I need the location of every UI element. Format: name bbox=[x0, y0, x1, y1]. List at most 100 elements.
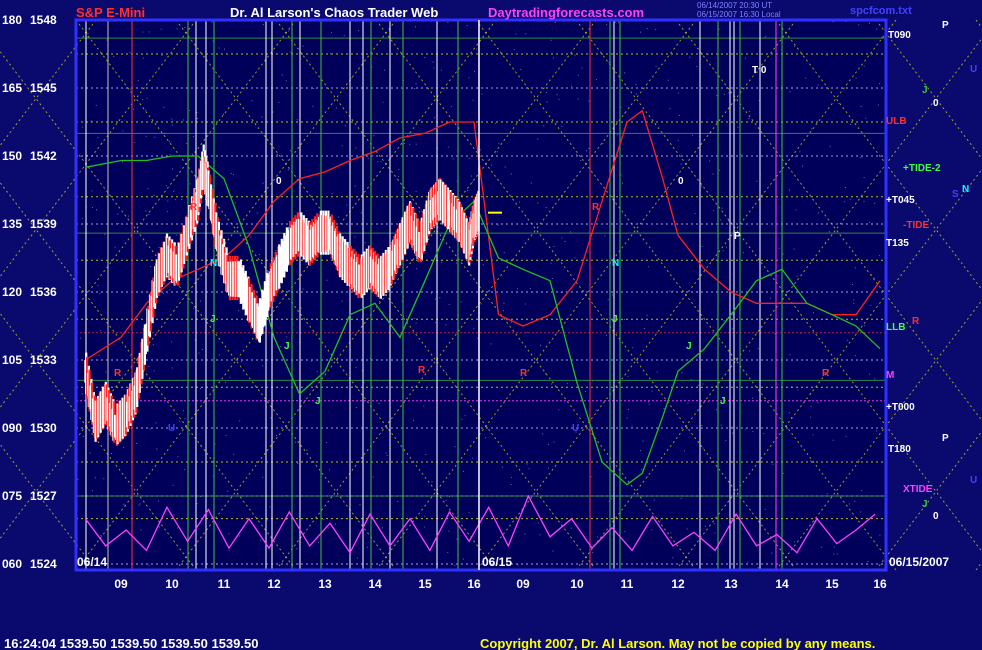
star-dot bbox=[367, 157, 369, 159]
far-right-marker: N bbox=[962, 184, 969, 195]
star-dot bbox=[789, 189, 790, 191]
star-dot bbox=[642, 440, 644, 442]
star-dot bbox=[802, 165, 803, 167]
star-dot bbox=[553, 57, 554, 59]
star-dot bbox=[498, 142, 500, 144]
star-dot bbox=[765, 35, 767, 37]
star-dot bbox=[415, 83, 417, 85]
star-dot bbox=[586, 150, 587, 152]
star-dot bbox=[833, 546, 835, 548]
source-file: spcfcom.txt bbox=[850, 5, 912, 17]
star-dot bbox=[570, 231, 572, 233]
star-dot bbox=[447, 146, 449, 148]
star-dot bbox=[355, 147, 357, 149]
star-dot bbox=[171, 341, 173, 343]
y-price-tick: 1524 bbox=[30, 557, 57, 571]
star-dot bbox=[643, 328, 645, 329]
star-dot bbox=[855, 77, 857, 79]
far-right-marker: J bbox=[922, 499, 928, 510]
star-dot bbox=[663, 196, 665, 197]
star-dot bbox=[113, 55, 115, 57]
star-dot bbox=[177, 527, 179, 529]
star-dot bbox=[860, 106, 862, 107]
star-dot bbox=[551, 278, 553, 279]
star-dot bbox=[473, 328, 475, 330]
star-dot bbox=[155, 422, 157, 424]
star-dot bbox=[561, 126, 563, 127]
cycle-letter: R bbox=[114, 368, 122, 379]
star-dot bbox=[259, 254, 261, 255]
star-dot bbox=[519, 201, 521, 203]
star-dot bbox=[143, 461, 145, 463]
star-dot bbox=[553, 246, 555, 247]
right-label: +T000 bbox=[886, 402, 915, 413]
star-dot bbox=[468, 512, 470, 514]
star-dot bbox=[234, 202, 236, 204]
star-dot bbox=[270, 417, 272, 419]
star-dot bbox=[542, 433, 544, 435]
star-dot bbox=[680, 163, 682, 165]
star-dot bbox=[490, 164, 492, 166]
star-dot bbox=[745, 428, 747, 430]
star-dot bbox=[756, 180, 758, 182]
star-dot bbox=[829, 145, 831, 147]
star-dot bbox=[606, 334, 607, 336]
star-dot bbox=[450, 106, 452, 108]
star-dot bbox=[832, 439, 834, 441]
star-dot bbox=[607, 299, 609, 301]
y-index-tick: 090 bbox=[2, 421, 22, 435]
star-dot bbox=[684, 450, 685, 452]
star-dot bbox=[712, 210, 714, 212]
star-dot bbox=[723, 93, 725, 95]
copyright: Copyright 2007, Dr. Al Larson. May not b… bbox=[480, 636, 875, 650]
star-dot bbox=[172, 168, 174, 170]
star-dot bbox=[297, 462, 299, 464]
star-dot bbox=[604, 235, 606, 237]
star-dot bbox=[424, 515, 426, 517]
star-dot bbox=[138, 504, 140, 506]
star-dot bbox=[726, 246, 728, 248]
star-dot bbox=[648, 403, 650, 405]
star-dot bbox=[526, 463, 528, 465]
x-hour-tick: 14 bbox=[775, 577, 789, 591]
star-dot bbox=[434, 322, 436, 324]
star-dot bbox=[763, 433, 765, 435]
star-dot bbox=[228, 549, 230, 551]
star-dot bbox=[577, 98, 579, 100]
star-dot bbox=[713, 523, 715, 525]
star-dot bbox=[163, 106, 165, 108]
star-dot bbox=[669, 290, 671, 292]
star-dot bbox=[651, 390, 653, 392]
star-dot bbox=[564, 241, 566, 242]
star-dot bbox=[794, 541, 796, 543]
star-dot bbox=[870, 304, 872, 306]
star-dot bbox=[262, 182, 264, 184]
cycle-letter: 0 bbox=[678, 176, 684, 187]
star-dot bbox=[147, 187, 149, 189]
star-dot bbox=[100, 535, 102, 537]
star-dot bbox=[198, 352, 200, 354]
star-dot bbox=[677, 139, 679, 141]
star-dot bbox=[681, 372, 683, 374]
star-dot bbox=[749, 350, 750, 352]
star-dot bbox=[123, 446, 125, 448]
cycle-letter: N bbox=[210, 258, 217, 269]
star-dot bbox=[98, 355, 100, 356]
star-dot bbox=[140, 529, 142, 531]
star-dot bbox=[860, 157, 862, 158]
star-dot bbox=[377, 161, 379, 163]
star-dot bbox=[553, 441, 555, 443]
star-dot bbox=[616, 134, 618, 136]
star-dot bbox=[103, 478, 105, 480]
star-dot bbox=[184, 27, 186, 28]
star-dot bbox=[495, 122, 497, 124]
star-dot bbox=[720, 424, 722, 426]
star-dot bbox=[595, 409, 597, 411]
star-dot bbox=[554, 21, 556, 23]
star-dot bbox=[590, 476, 592, 478]
y-index-tick: 135 bbox=[2, 217, 22, 231]
star-dot bbox=[241, 361, 242, 363]
star-dot bbox=[656, 371, 658, 373]
star-dot bbox=[415, 143, 417, 145]
star-dot bbox=[595, 79, 597, 80]
